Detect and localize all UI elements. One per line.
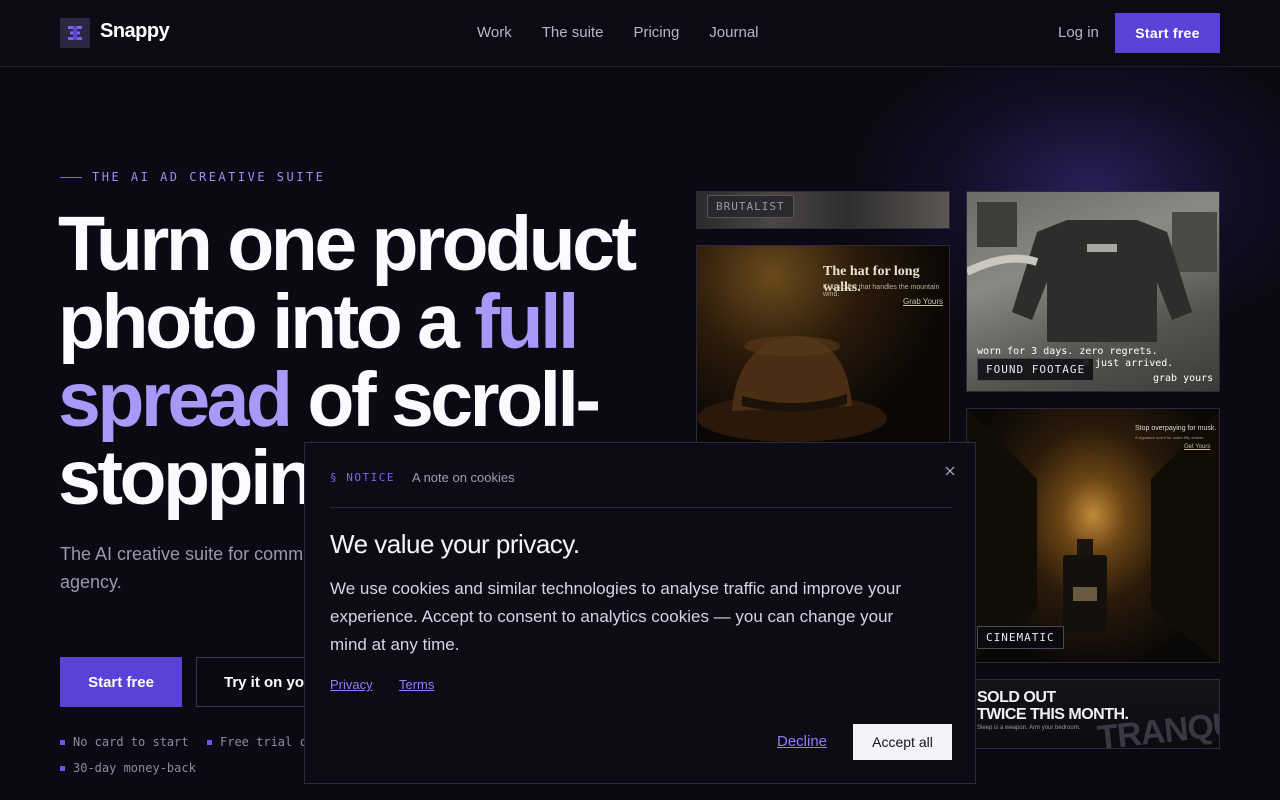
top-navigation: Snappy Work The suite Pricing Journal Lo… bbox=[0, 0, 1280, 67]
soldout-line2: TWICE THIS MONTH. bbox=[977, 706, 1129, 723]
perfume-ad-headline: Stop overpaying for musk. bbox=[1135, 425, 1217, 432]
hero-eyebrow: THE AI AD CREATIVE SUITE bbox=[60, 170, 325, 184]
main-nav: Work The suite Pricing Journal bbox=[477, 24, 759, 41]
start-free-button-header[interactable]: Start free bbox=[1115, 13, 1220, 53]
cookie-consent-dialog: § NOTICE A note on cookies We value your… bbox=[304, 442, 976, 784]
notice-label: § NOTICE bbox=[330, 471, 395, 484]
sweater-ad-line2: m just arrived. bbox=[1083, 358, 1174, 369]
found-footage-ad-card[interactable]: worn for 3 days. zero regrets. m just ar… bbox=[966, 191, 1220, 392]
soldout-ad-card[interactable]: TRANQUILITY SOLD OUT TWICE THIS MONTH. S… bbox=[966, 679, 1220, 749]
perk-money-back: 30-day money-back bbox=[60, 761, 196, 775]
style-tag: FOUND FOOTAGE bbox=[977, 358, 1095, 381]
hat-ad-card[interactable]: The hat for long walks. Classic felt tha… bbox=[696, 245, 950, 445]
divider bbox=[330, 507, 952, 508]
bullet-icon bbox=[60, 765, 65, 771]
modal-title: We value your privacy. bbox=[330, 529, 580, 559]
notice-sublabel: A note on cookies bbox=[412, 470, 515, 485]
login-link[interactable]: Log in bbox=[1058, 24, 1099, 41]
perfume-illustration bbox=[967, 409, 1219, 662]
hat-ad-sub: Classic felt that handles the mountain w… bbox=[823, 284, 940, 298]
perfume-ad-cta: Get Yours bbox=[1184, 444, 1211, 450]
logo-icon[interactable] bbox=[60, 18, 90, 48]
start-free-button[interactable]: Start free bbox=[60, 657, 182, 707]
bullet-icon bbox=[60, 739, 65, 745]
nav-item-the-suite[interactable]: The suite bbox=[542, 24, 604, 41]
logo-glyph-icon bbox=[68, 26, 82, 40]
style-tag: CINEMATIC bbox=[977, 626, 1064, 649]
nav-item-pricing[interactable]: Pricing bbox=[633, 24, 679, 41]
privacy-link[interactable]: Privacy bbox=[330, 677, 373, 692]
soldout-sub: Sleep is a weapon. Arm your bedroom. bbox=[977, 725, 1081, 731]
decline-button[interactable]: Decline bbox=[777, 733, 827, 750]
nav-item-work[interactable]: Work bbox=[477, 24, 512, 41]
perk-label: Free trial c bbox=[220, 735, 307, 749]
nav-item-journal[interactable]: Journal bbox=[709, 24, 758, 41]
perk-no-card: No card to start bbox=[60, 735, 189, 749]
style-tag: BRUTALIST bbox=[707, 195, 794, 218]
soldout-line1: SOLD OUT bbox=[977, 689, 1056, 706]
cinematic-ad-card[interactable]: Stop overpaying for musk. A signature sc… bbox=[966, 408, 1220, 663]
close-icon[interactable] bbox=[942, 463, 958, 479]
perk-label: No card to start bbox=[73, 735, 189, 749]
brand-name[interactable]: Snappy bbox=[100, 20, 170, 43]
hat-ad-cta: Grab Yours bbox=[903, 297, 944, 306]
bullet-icon bbox=[207, 739, 212, 745]
brutalist-ad-card[interactable]: BRUTALIST bbox=[696, 191, 950, 229]
perk-free-trial: Free trial c bbox=[207, 735, 307, 749]
terms-link[interactable]: Terms bbox=[399, 677, 434, 692]
sweater-ad-cta: grab yours bbox=[1153, 373, 1214, 384]
perk-label: 30-day money-back bbox=[73, 761, 196, 775]
modal-body: We use cookies and similar technologies … bbox=[330, 579, 902, 654]
eyebrow-rule bbox=[60, 176, 82, 178]
accept-all-button[interactable]: Accept all bbox=[853, 724, 952, 760]
perfume-ad-sub: A signature scent for under fifty dollar… bbox=[1135, 435, 1205, 440]
eyebrow-text: THE AI AD CREATIVE SUITE bbox=[92, 170, 326, 184]
sweater-ad-line1: worn for 3 days. zero regrets. bbox=[977, 346, 1158, 357]
